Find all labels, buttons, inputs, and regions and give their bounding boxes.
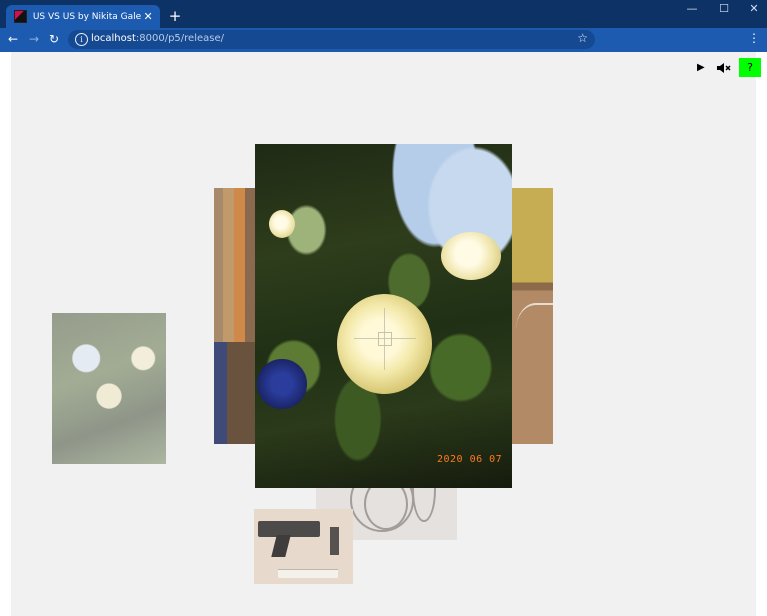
rose-flower <box>441 232 501 280</box>
photo-date-stamp: 2020 06 07 <box>437 454 503 465</box>
favicon-icon <box>14 10 27 23</box>
speaker-muted-icon[interactable] <box>716 60 732 74</box>
rose-flower <box>269 210 295 238</box>
tab-active[interactable]: US VS US by Nikita Gale ✕ <box>6 5 160 28</box>
photo-card-main-rose[interactable]: 2020 06 07 <box>255 144 512 488</box>
reload-icon[interactable]: ↻ <box>46 31 62 47</box>
help-button[interactable]: ? <box>739 58 761 77</box>
tab-bar: US VS US by Nikita Gale ✕ + — ☐ ✕ <box>0 0 767 28</box>
page-viewport: ▶ ? 2020 06 07 <box>0 52 767 616</box>
site-info-icon[interactable]: i <box>75 33 88 46</box>
evidence-label <box>278 569 338 578</box>
play-icon[interactable]: ▶ <box>697 62 707 74</box>
address-bar[interactable]: i localhost:8000/p5/release/ ☆ <box>68 30 595 49</box>
photo-card-back-left[interactable] <box>214 188 258 444</box>
close-window-button[interactable]: ✕ <box>744 2 764 15</box>
tab-close-icon[interactable]: ✕ <box>141 10 155 23</box>
browser-chrome: US VS US by Nikita Gale ✕ + — ☐ ✕ ← → ↻ … <box>0 0 767 52</box>
bookmark-star-icon[interactable]: ☆ <box>577 31 588 45</box>
minimize-button[interactable]: — <box>682 2 702 15</box>
cable-loop <box>412 488 436 522</box>
pistol-magazine <box>330 527 339 555</box>
photo-card-faded-left[interactable] <box>52 313 166 464</box>
url-text[interactable]: localhost:8000/p5/release/ <box>91 33 224 44</box>
photo-card-back-right[interactable] <box>510 188 553 444</box>
forward-arrow-icon[interactable]: → <box>26 31 42 47</box>
url-path: :8000/p5/release/ <box>135 33 224 44</box>
back-arrow-icon[interactable]: ← <box>5 31 21 47</box>
url-host: localhost <box>91 33 136 44</box>
blue-flower <box>257 359 307 409</box>
crosshair-box <box>378 332 392 346</box>
new-tab-button[interactable]: + <box>168 8 182 24</box>
maximize-button[interactable]: ☐ <box>714 2 734 15</box>
browser-toolbar: ← → ↻ i localhost:8000/p5/release/ ☆ ⋮ <box>0 28 767 52</box>
tab-title: US VS US by Nikita Gale <box>32 11 142 22</box>
pistol-grip <box>271 535 291 557</box>
crosshair-icon <box>354 308 416 370</box>
browser-menu-icon[interactable]: ⋮ <box>748 31 760 45</box>
scrollbar[interactable] <box>756 52 767 616</box>
photo-card-pistol[interactable] <box>254 509 353 584</box>
